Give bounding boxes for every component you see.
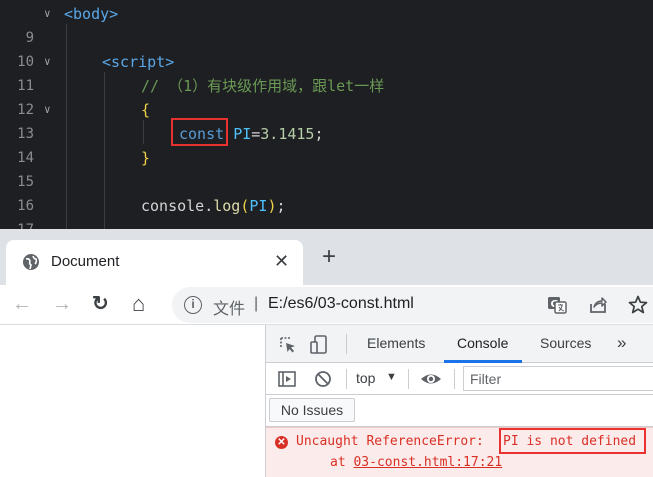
log-method: log [213, 197, 241, 215]
tab-title: Document [51, 253, 120, 270]
tab-console[interactable]: Console [457, 335, 508, 351]
console-object: console [141, 197, 205, 215]
error-message: PI is not defined [503, 434, 637, 449]
inspect-element-icon[interactable] [278, 335, 298, 355]
code-line: 13 ∨ { [0, 98, 653, 142]
tab-close-icon[interactable]: ✕ [274, 251, 289, 272]
semicolon: ; [314, 125, 324, 143]
console-log-call: console.log(PI); [141, 194, 286, 218]
code-line: 15 } [0, 146, 653, 190]
bookmark-star-icon[interactable] [627, 294, 649, 316]
stack-at-label: at [330, 455, 354, 470]
share-icon[interactable] [587, 294, 609, 316]
address-bar[interactable]: i 文件 | E:/es6/03-const.html G [172, 287, 653, 323]
url-separator: | [254, 295, 259, 312]
block-open-brace: { [141, 101, 151, 119]
code-editor[interactable]: 9 ∨ <body> 10 11 ∨ <script> 12 // （1）有块级… [0, 0, 653, 229]
tab-sources[interactable]: Sources [540, 335, 591, 351]
context-selector[interactable]: top [356, 370, 375, 386]
home-icon[interactable]: ⌂ [132, 293, 145, 315]
console-toolbar: top ▼ Filter [266, 363, 653, 395]
code-line: 16 [0, 170, 653, 214]
globe-icon [23, 254, 39, 270]
fold-chevron-icon[interactable]: ∨ [44, 98, 51, 122]
toolbar-divider [408, 369, 409, 389]
dot-operator: . [204, 197, 214, 215]
console-error-message: ✕ Uncaught ReferenceError: PI is not def… [266, 427, 653, 477]
const-highlight-box [171, 118, 228, 146]
browser-tab-strip: Document ✕ + [0, 229, 653, 285]
clear-console-icon[interactable] [313, 369, 333, 389]
issues-row: No Issues [266, 395, 653, 427]
source-location-link[interactable]: 03-const.html:17:21 [353, 455, 502, 470]
browser-tab[interactable]: Document ✕ [6, 240, 303, 285]
semicolon: ; [276, 197, 286, 215]
url-scheme-label: 文件 [213, 301, 246, 318]
page-content-area[interactable] [0, 325, 265, 477]
device-toolbar-icon[interactable] [309, 334, 329, 356]
code-line: 18 [0, 218, 653, 229]
devtools-tab-bar: Elements Console Sources » [266, 325, 653, 363]
reload-icon[interactable]: ↻ [92, 293, 109, 315]
fold-chevron-icon[interactable]: ∨ [44, 50, 51, 74]
script-tag: <script> [102, 53, 175, 71]
browser-toolbar: ← → ↻ ⌂ i 文件 | E:/es6/03-const.html G [0, 285, 653, 325]
code-line: 9 ∨ <body> [0, 2, 653, 46]
code-line: 12 // （1）有块级作用域，跟let一样 [0, 74, 653, 118]
filter-placeholder: Filter [470, 371, 502, 387]
toolbar-divider [454, 369, 455, 389]
error-stack-line: at 03-const.html:17:21 [330, 455, 502, 470]
show-sidebar-icon[interactable] [277, 369, 297, 389]
no-issues-button[interactable]: No Issues [269, 398, 355, 422]
site-info-icon[interactable]: i [184, 296, 202, 314]
tab-elements[interactable]: Elements [367, 335, 425, 351]
error-icon: ✕ [275, 436, 288, 449]
forward-arrow-icon[interactable]: → [52, 293, 72, 315]
assign-operator: = [251, 125, 261, 143]
console-filter-input[interactable]: Filter [463, 366, 653, 391]
block-close-brace: } [141, 149, 151, 167]
translate-icon[interactable]: G [546, 294, 568, 316]
code-line: 11 ∨ <script> [0, 50, 653, 94]
devtools-panel: Elements Console Sources » top ▼ Filter [265, 325, 653, 477]
body-tag: <body> [64, 5, 119, 23]
code-line: 14 const PI=3.1415; [0, 122, 653, 166]
new-tab-button[interactable]: + [322, 245, 336, 269]
fold-chevron-icon[interactable]: ∨ [44, 2, 51, 26]
error-prefix: Uncaught ReferenceError: [296, 434, 492, 449]
toolbar-divider [346, 369, 347, 389]
live-expression-eye-icon[interactable] [419, 369, 443, 389]
code-comment: // （1）有块级作用域，跟let一样 [141, 77, 385, 95]
pi-identifier: PI [233, 125, 252, 143]
number-literal: 3.1415 [260, 125, 315, 143]
more-tabs-icon[interactable]: » [617, 333, 626, 353]
code-line: 17 console.log(PI); [0, 194, 653, 229]
chevron-down-icon[interactable]: ▼ [386, 371, 397, 383]
toolbar-divider [346, 334, 347, 354]
pi-argument: PI [249, 197, 268, 215]
back-arrow-icon[interactable]: ← [12, 293, 32, 315]
url-text[interactable]: E:/es6/03-const.html [268, 295, 414, 313]
code-line: 10 [0, 26, 653, 70]
